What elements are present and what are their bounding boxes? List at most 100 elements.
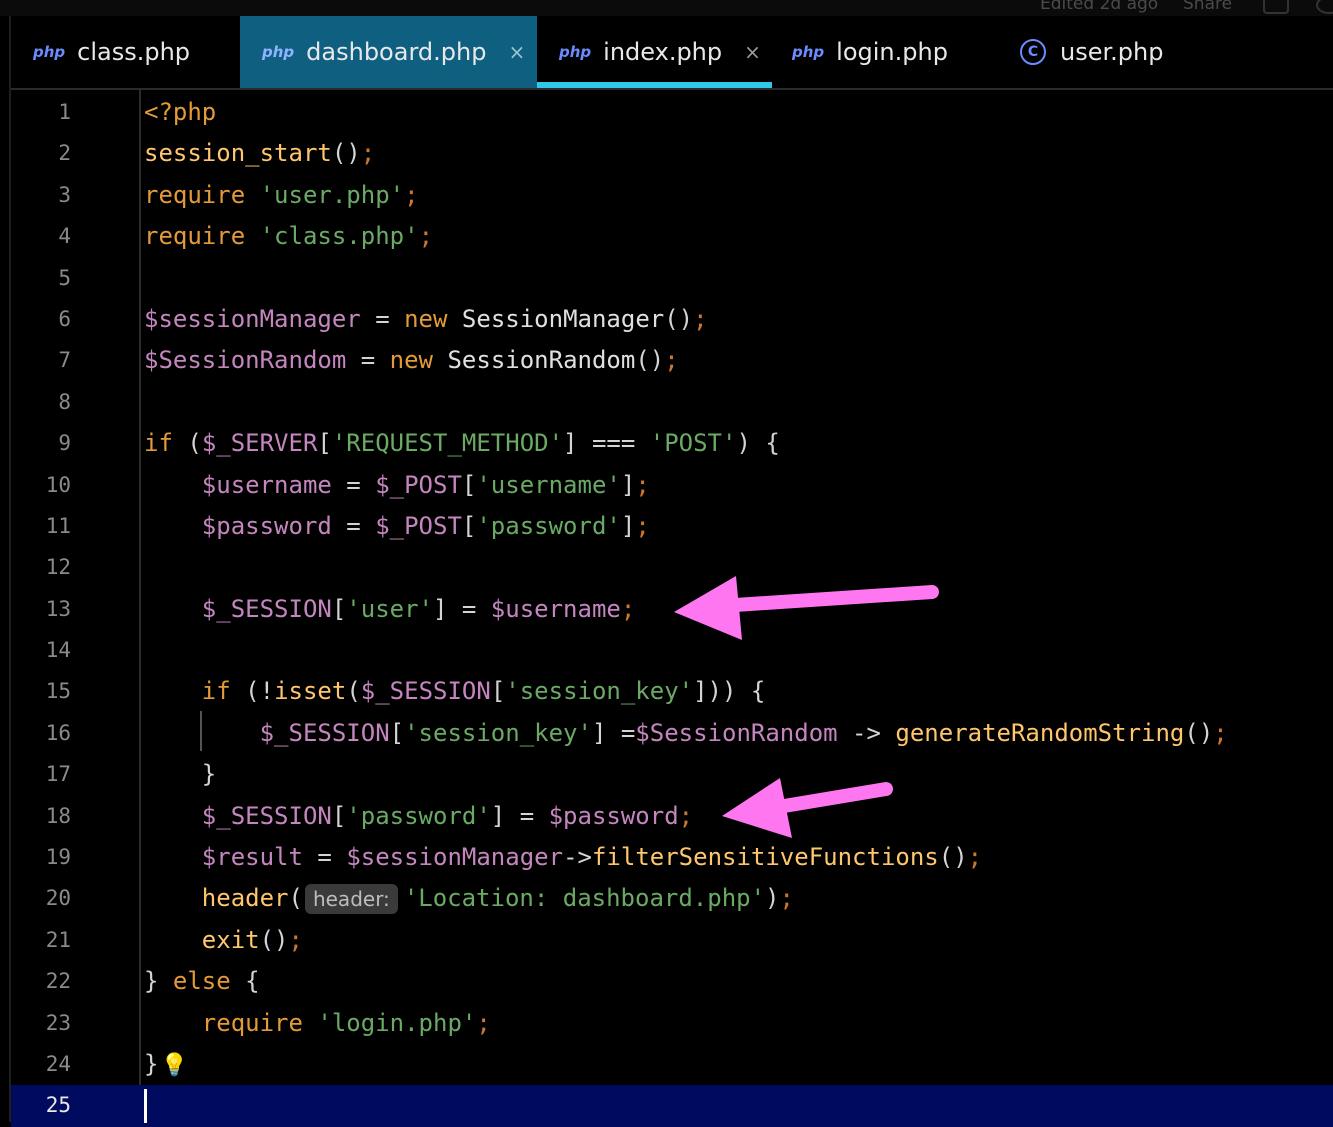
- code-line[interactable]: 12: [11, 547, 1333, 588]
- class-name: SessionRandom: [447, 346, 636, 375]
- php-file-icon: php: [792, 43, 825, 61]
- keyword: require: [144, 180, 246, 209]
- code-line[interactable]: 21 exit();: [11, 920, 1333, 961]
- code-line[interactable]: 19 $result = $sessionManager->filterSens…: [11, 837, 1333, 878]
- line-number: 14: [45, 638, 71, 663]
- line-number: 24: [45, 1051, 71, 1076]
- variable: $password: [201, 511, 332, 540]
- variable: $password: [548, 801, 679, 830]
- line-number: 18: [45, 803, 71, 828]
- code-line[interactable]: 13 $_SESSION['user'] = $username;: [11, 589, 1333, 630]
- code-line[interactable]: 3 require 'user.php';: [11, 175, 1333, 216]
- line-number: 11: [45, 513, 71, 538]
- code-line[interactable]: 16 $_SESSION['session_key'] =$SessionRan…: [11, 713, 1333, 754]
- string-literal: 'login.php': [317, 1008, 477, 1037]
- keyword: else: [172, 967, 231, 996]
- line-number: 6: [58, 306, 71, 331]
- current-code-line[interactable]: 25: [11, 1085, 1333, 1127]
- variable: $_SESSION: [259, 718, 390, 747]
- string-literal: 'username': [476, 470, 621, 499]
- tab-user-php[interactable]: C user.php: [1000, 16, 1230, 88]
- variable: $SessionRandom: [635, 718, 838, 747]
- line-number: 7: [58, 348, 71, 373]
- tab-index-php[interactable]: php index.php ×: [537, 16, 772, 88]
- code-line[interactable]: 5: [11, 258, 1333, 299]
- function-name: header: [201, 884, 289, 913]
- tab-label: index.php: [603, 38, 723, 66]
- keyword: if: [201, 677, 231, 706]
- line-number: 23: [45, 1010, 71, 1035]
- variable: $_SERVER: [201, 429, 318, 458]
- edited-label: Edited 2d ago: [1040, 0, 1159, 14]
- line-number: 19: [45, 845, 71, 870]
- code-line[interactable]: 22} else {: [11, 961, 1333, 1002]
- php-file-icon: php: [262, 43, 295, 61]
- variable: $username: [201, 470, 332, 499]
- code-line[interactable]: 4 require 'class.php';: [11, 216, 1333, 257]
- php-file-icon: php: [33, 43, 66, 61]
- line-number: 21: [45, 927, 71, 952]
- line-number: 15: [45, 679, 71, 704]
- variable: $SessionRandom: [144, 346, 347, 375]
- code-line[interactable]: 6 $sessionManager = new SessionManager();: [11, 299, 1333, 340]
- history-icon[interactable]: [1316, 0, 1333, 14]
- line-number: 20: [45, 886, 71, 911]
- tab-class-php[interactable]: php class.php: [11, 16, 240, 88]
- code-line[interactable]: 11 $password = $_POST['password'];: [11, 506, 1333, 547]
- variable: $_POST: [375, 470, 462, 499]
- top-strip: Edited 2d ago Share: [0, 0, 1333, 16]
- code-line[interactable]: 10 $username = $_POST['username'];: [11, 465, 1333, 506]
- keyword: new: [404, 304, 448, 333]
- text-caret: [144, 1089, 147, 1124]
- line-number: 16: [45, 720, 71, 745]
- inlay-parameter-hint: header:: [304, 884, 398, 915]
- tab-label: user.php: [1060, 38, 1164, 66]
- keyword: require: [201, 1008, 303, 1037]
- php-open-tag: <?php: [144, 98, 217, 126]
- string-literal: 'class.php': [259, 222, 419, 251]
- share-button[interactable]: Share: [1183, 0, 1232, 14]
- variable: $username: [490, 594, 621, 623]
- line-number: 17: [45, 762, 71, 787]
- code-line[interactable]: 14: [11, 630, 1333, 671]
- variable: $sessionManager: [144, 304, 361, 333]
- keyword: new: [389, 346, 434, 375]
- close-icon[interactable]: ×: [508, 40, 525, 64]
- comment-icon[interactable]: [1263, 0, 1289, 14]
- php-file-icon: php: [559, 43, 592, 61]
- variable: $sessionManager: [346, 843, 564, 872]
- tab-label: class.php: [77, 38, 191, 66]
- class-name: SessionManager: [461, 304, 665, 333]
- function-name: filterSensitiveFunctions: [591, 843, 939, 872]
- function-name: exit: [201, 925, 260, 954]
- code-line[interactable]: 1 <?php: [11, 92, 1333, 133]
- line-number: 8: [58, 389, 71, 414]
- lightbulb-icon[interactable]: 💡: [160, 1053, 187, 1078]
- function-name: generateRandomString: [895, 718, 1185, 747]
- string-literal: 'password': [476, 511, 621, 540]
- tab-dashboard-php[interactable]: php dashboard.php ×: [240, 16, 537, 88]
- code-line[interactable]: 20 header(header: 'Location: dashboard.ph…: [11, 878, 1333, 919]
- code-line[interactable]: 17 }: [11, 754, 1333, 795]
- active-tab-underline: [537, 82, 772, 88]
- code-line[interactable]: 9 if ($_SERVER['REQUEST_METHOD'] === 'POS…: [11, 423, 1333, 464]
- code-line[interactable]: 7 $SessionRandom = new SessionRandom();: [11, 340, 1333, 381]
- line-number: 5: [58, 265, 71, 290]
- variable: $_SESSION: [201, 594, 332, 623]
- close-icon[interactable]: ×: [744, 40, 761, 64]
- variable: $_SESSION: [201, 801, 332, 830]
- code-line[interactable]: 23 require 'login.php';: [11, 1003, 1333, 1044]
- code-line[interactable]: 8: [11, 382, 1333, 423]
- code-line[interactable]: 2 session_start();: [11, 133, 1333, 174]
- code-line[interactable]: 18 $_SESSION['password'] = $password;: [11, 796, 1333, 837]
- code-line[interactable]: 15 if (!isset($_SESSION['session_key']))…: [11, 671, 1333, 712]
- class-file-icon: C: [1020, 39, 1046, 65]
- code-line[interactable]: 24}💡: [11, 1044, 1333, 1085]
- tab-bar: php class.php php dashboard.php × php in…: [11, 16, 1333, 90]
- line-number: 1: [58, 100, 71, 124]
- tab-login-php[interactable]: php login.php: [772, 16, 1000, 88]
- function-name: session_start: [144, 139, 332, 168]
- keyword: require: [144, 222, 246, 251]
- line-number: 2: [58, 141, 71, 166]
- code-lines[interactable]: 1 <?php 2 session_start(); 3 require 'user.…: [11, 92, 1333, 1127]
